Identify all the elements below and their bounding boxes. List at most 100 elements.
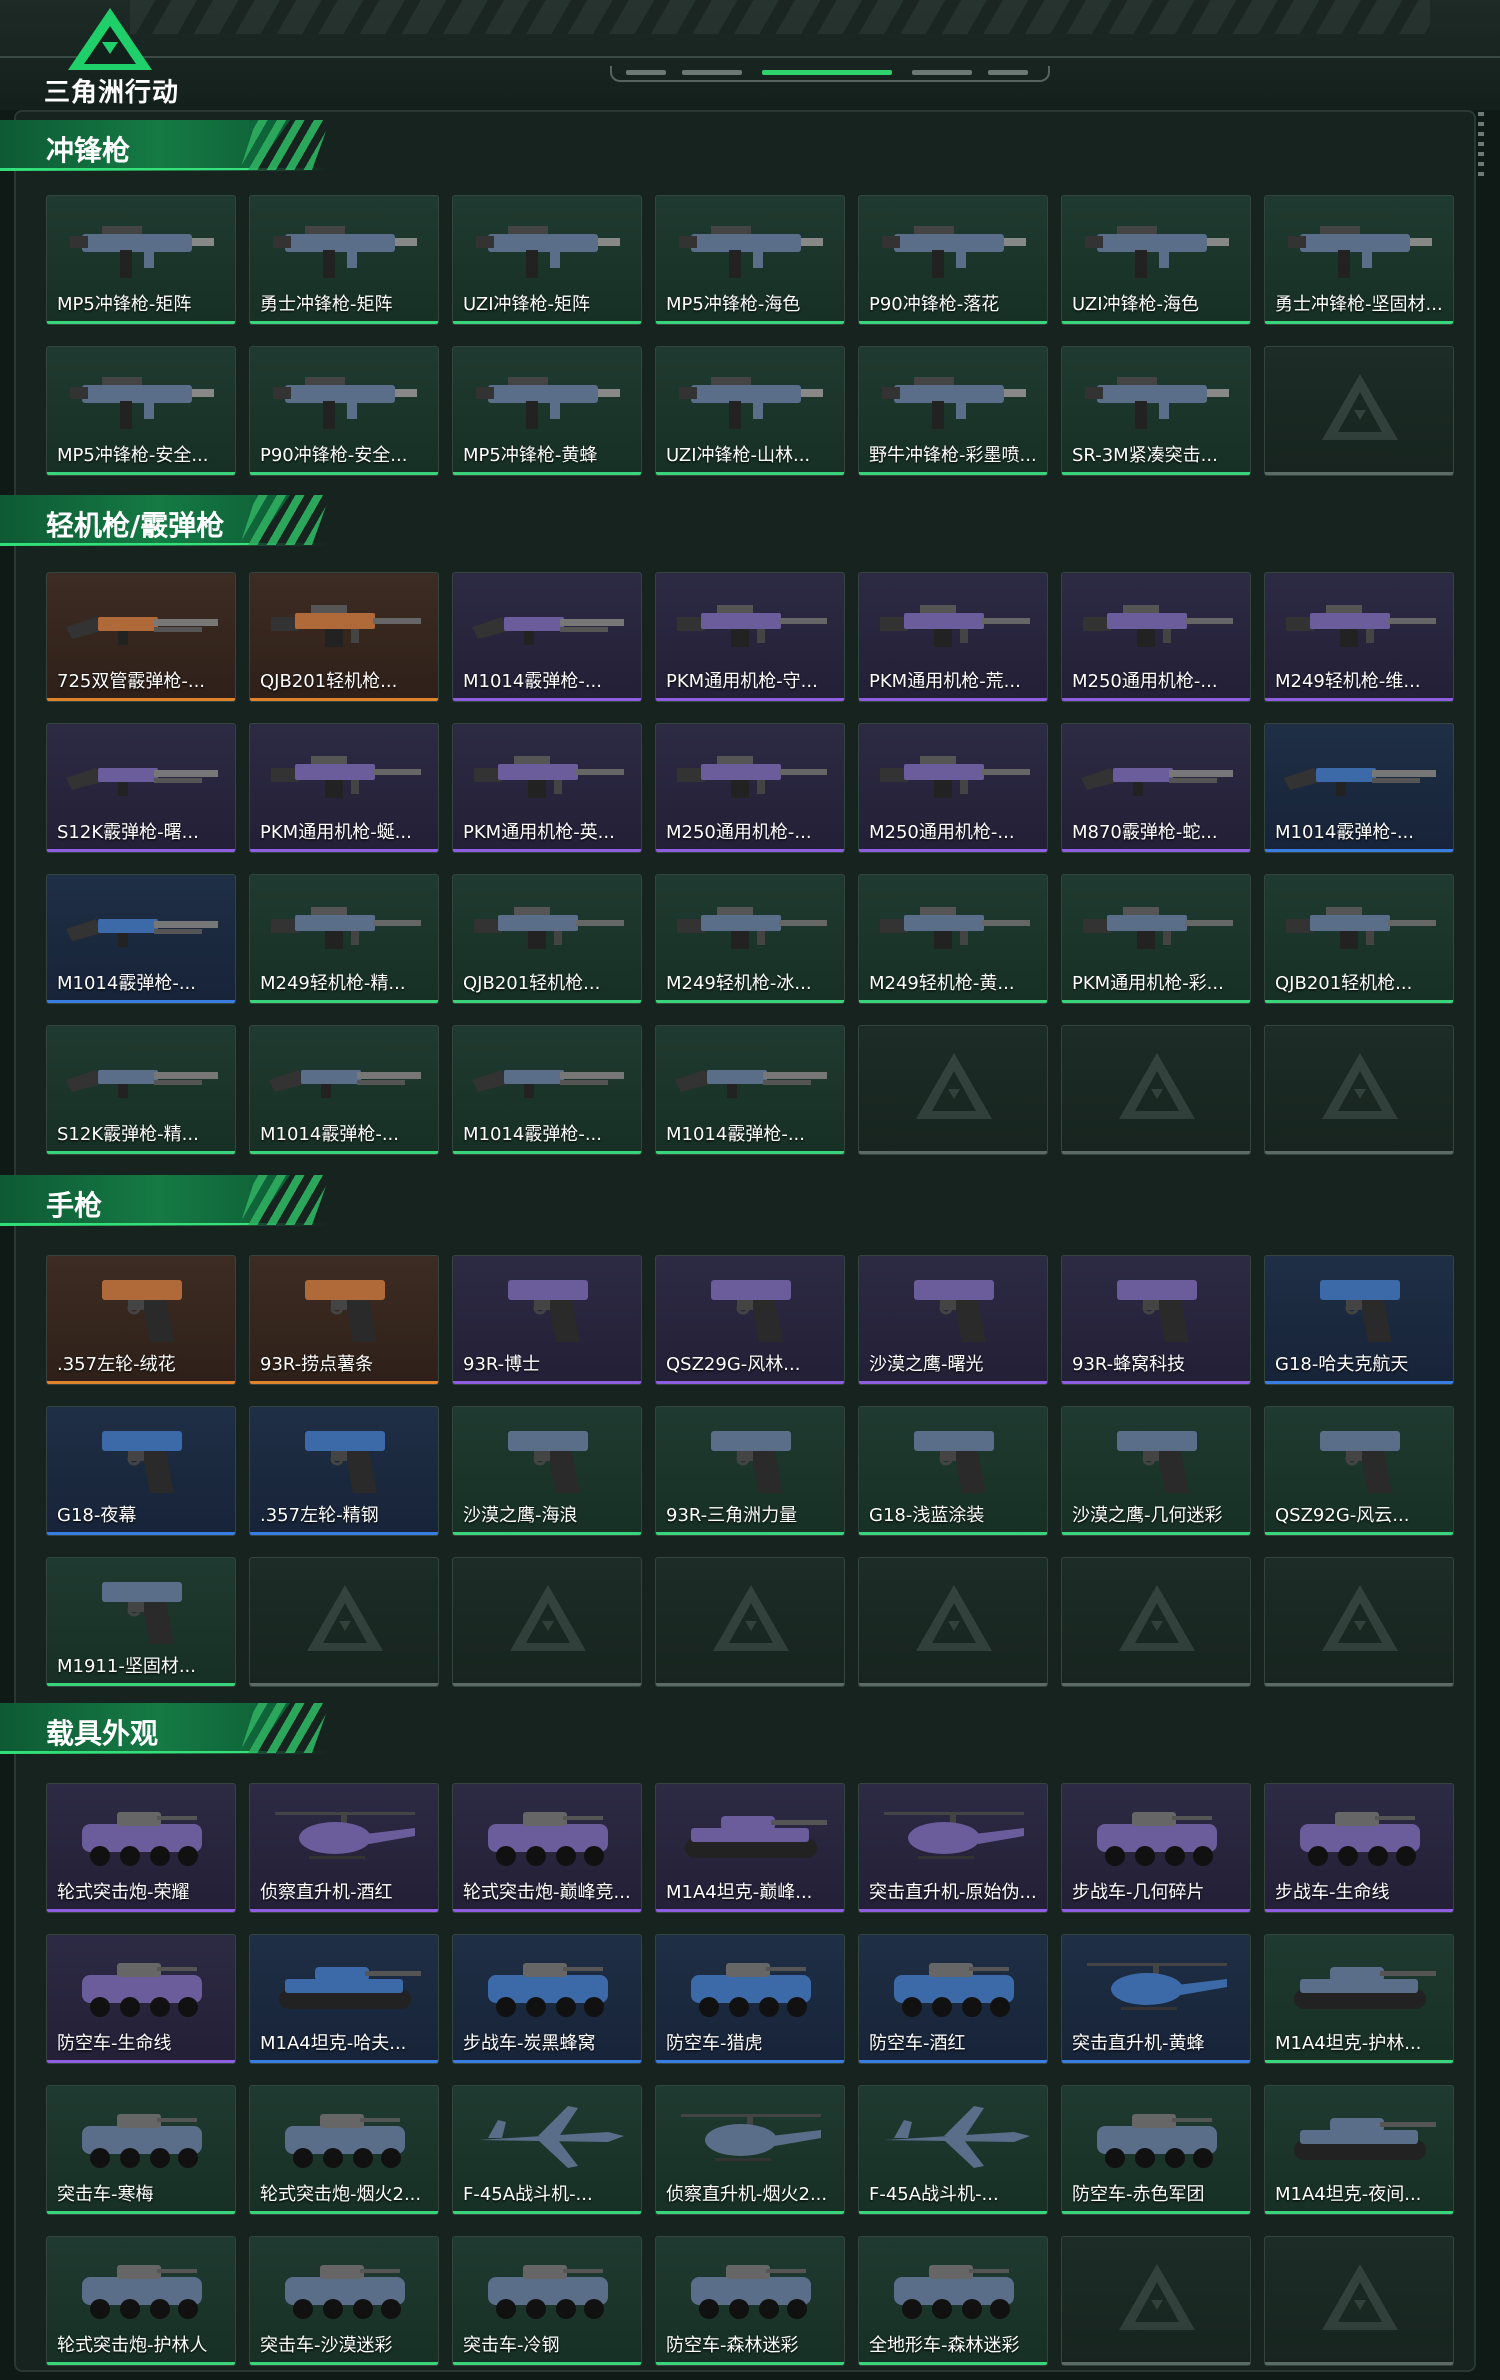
item-card[interactable]: 野牛冲锋枪-彩墨喷... [858,346,1048,476]
item-card[interactable]: M870霰弹枪-蛇... [1061,723,1251,853]
item-card[interactable]: 轮式突击炮-烟火2... [249,2085,439,2215]
rarity-bar [1062,698,1250,701]
lmg-icon [670,885,832,965]
item-card[interactable]: 防空车-森林迷彩 [655,2236,845,2366]
item-card[interactable]: QSZ92G-风云... [1264,1406,1454,1536]
item-card[interactable]: M249轻机枪-冰... [655,874,845,1004]
item-card[interactable]: 侦察直升机-烟火2... [655,2085,845,2215]
item-card[interactable]: M1A4坦克-巅峰... [655,1783,845,1913]
item-card[interactable]: M250通用机枪-... [1061,572,1251,702]
item-card[interactable]: P90冲锋枪-落花 [858,195,1048,325]
item-card[interactable]: M249轻机枪-精... [249,874,439,1004]
placeholder-logo-icon [711,1583,791,1653]
item-card[interactable]: MP5冲锋枪-黄蜂 [452,346,642,476]
item-card[interactable]: 轮式突击炮-护林人 [46,2236,236,2366]
item-card[interactable]: UZI冲锋枪-海色 [1061,195,1251,325]
item-label: QJB201轻机枪... [463,973,601,994]
item-card[interactable]: 突击直升机-黄蜂 [1061,1934,1251,2064]
item-card[interactable]: M249轻机枪-黄... [858,874,1048,1004]
rarity-bar [1062,321,1250,324]
shotgun-icon [61,885,223,965]
item-card[interactable]: M1014霰弹枪-... [46,874,236,1004]
item-card[interactable]: QSZ29G-风林... [655,1255,845,1385]
item-card[interactable]: 步战车-炭黑蜂窝 [452,1934,642,2064]
item-card[interactable]: M1911-坚固材... [46,1557,236,1687]
item-card[interactable]: 93R-捞点薯条 [249,1255,439,1385]
item-card[interactable]: 突击车-寒梅 [46,2085,236,2215]
item-card[interactable]: MP5冲锋枪-矩阵 [46,195,236,325]
item-card[interactable]: MP5冲锋枪-海色 [655,195,845,325]
item-card[interactable]: UZI冲锋枪-矩阵 [452,195,642,325]
item-card[interactable]: M1014霰弹枪-... [452,1025,642,1155]
item-card[interactable]: QJB201轻机枪... [249,572,439,702]
item-card[interactable]: M250通用机枪-... [858,723,1048,853]
item-card[interactable]: PKM通用机枪-彩... [1061,874,1251,1004]
item-card[interactable]: P90冲锋枪-安全... [249,346,439,476]
item-card[interactable]: .357左轮-绒花 [46,1255,236,1385]
item-card[interactable]: .357左轮-精钢 [249,1406,439,1536]
item-card[interactable]: PKM通用机枪-荒... [858,572,1048,702]
item-card[interactable]: S12K霰弹枪-精... [46,1025,236,1155]
item-card[interactable]: 防空车-酒红 [858,1934,1048,2064]
item-card[interactable]: S12K霰弹枪-曙... [46,723,236,853]
item-card[interactable]: M249轻机枪-维... [1264,572,1454,702]
item-card[interactable]: M1014霰弹枪-... [249,1025,439,1155]
item-card[interactable]: 勇士冲锋枪-坚固材... [1264,195,1454,325]
item-card[interactable]: 防空车-生命线 [46,1934,236,2064]
item-label: MP5冲锋枪-海色 [666,294,801,315]
item-card[interactable]: 突击直升机-原始伪... [858,1783,1048,1913]
item-card[interactable]: F-45A战斗机-... [452,2085,642,2215]
item-card[interactable]: 步战车-几何碎片 [1061,1783,1251,1913]
rarity-bar [656,2060,844,2063]
scrollbar-handle[interactable] [1478,112,1484,182]
item-card[interactable]: M1A4坦克-护林... [1264,1934,1454,2064]
item-card[interactable]: QJB201轻机枪... [1264,874,1454,1004]
item-card[interactable]: 93R-博士 [452,1255,642,1385]
rarity-bar [656,1381,844,1384]
item-card[interactable]: G18-浅蓝涂装 [858,1406,1048,1536]
item-card[interactable]: M250通用机枪-... [655,723,845,853]
lmg-icon [670,734,832,814]
item-card[interactable]: M1A4坦克-哈夫... [249,1934,439,2064]
item-card[interactable]: 全地形车-森林迷彩 [858,2236,1048,2366]
item-label: 轮式突击炮-护林人 [57,2335,208,2356]
section-title: 载具外观 [46,1717,159,1750]
item-card[interactable]: G18-夜幕 [46,1406,236,1536]
item-card[interactable]: SR-3M紧凑突击... [1061,346,1251,476]
item-card[interactable]: QJB201轻机枪... [452,874,642,1004]
rarity-bar [453,1683,641,1686]
item-card[interactable]: 725双管霰弹枪-... [46,572,236,702]
item-card[interactable]: M1A4坦克-夜间... [1264,2085,1454,2215]
item-card[interactable]: M1014霰弹枪-... [655,1025,845,1155]
item-card[interactable]: 防空车-赤色军团 [1061,2085,1251,2215]
item-card[interactable]: M1014霰弹枪-... [1264,723,1454,853]
item-card[interactable]: G18-哈夫克航天 [1264,1255,1454,1385]
item-card[interactable]: 勇士冲锋枪-矩阵 [249,195,439,325]
item-card[interactable]: 突击车-冷钢 [452,2236,642,2366]
item-card[interactable]: PKM通用机枪-守... [655,572,845,702]
item-card[interactable]: 沙漠之鹰-曙光 [858,1255,1048,1385]
item-card[interactable]: 沙漠之鹰-几何迷彩 [1061,1406,1251,1536]
item-card[interactable]: 侦察直升机-酒红 [249,1783,439,1913]
item-card[interactable]: 93R-三角洲力量 [655,1406,845,1536]
item-card[interactable]: 轮式突击炮-巅峰竞... [452,1783,642,1913]
item-card[interactable]: 步战车-生命线 [1264,1783,1454,1913]
item-card[interactable]: 防空车-猎虎 [655,1934,845,2064]
shotgun-icon [1279,734,1441,814]
item-label: 侦察直升机-酒红 [260,1882,393,1903]
item-card[interactable]: UZI冲锋枪-山林... [655,346,845,476]
item-card[interactable]: 沙漠之鹰-海浪 [452,1406,642,1536]
pistol-icon [467,1266,629,1346]
lmg-icon [1279,583,1441,663]
item-card[interactable]: F-45A战斗机-... [858,2085,1048,2215]
item-card[interactable]: M1014霰弹枪-... [452,572,642,702]
pistol-icon [467,1417,629,1497]
item-card[interactable]: 93R-蜂窝科技 [1061,1255,1251,1385]
item-card[interactable]: 轮式突击炮-荣耀 [46,1783,236,1913]
rarity-bar [47,1000,235,1003]
item-card[interactable]: MP5冲锋枪-安全... [46,346,236,476]
item-card[interactable]: 突击车-沙漠迷彩 [249,2236,439,2366]
item-card[interactable]: PKM通用机枪-英... [452,723,642,853]
item-label: 全地形车-森林迷彩 [869,2335,1020,2356]
item-card[interactable]: PKM通用机枪-蜒... [249,723,439,853]
